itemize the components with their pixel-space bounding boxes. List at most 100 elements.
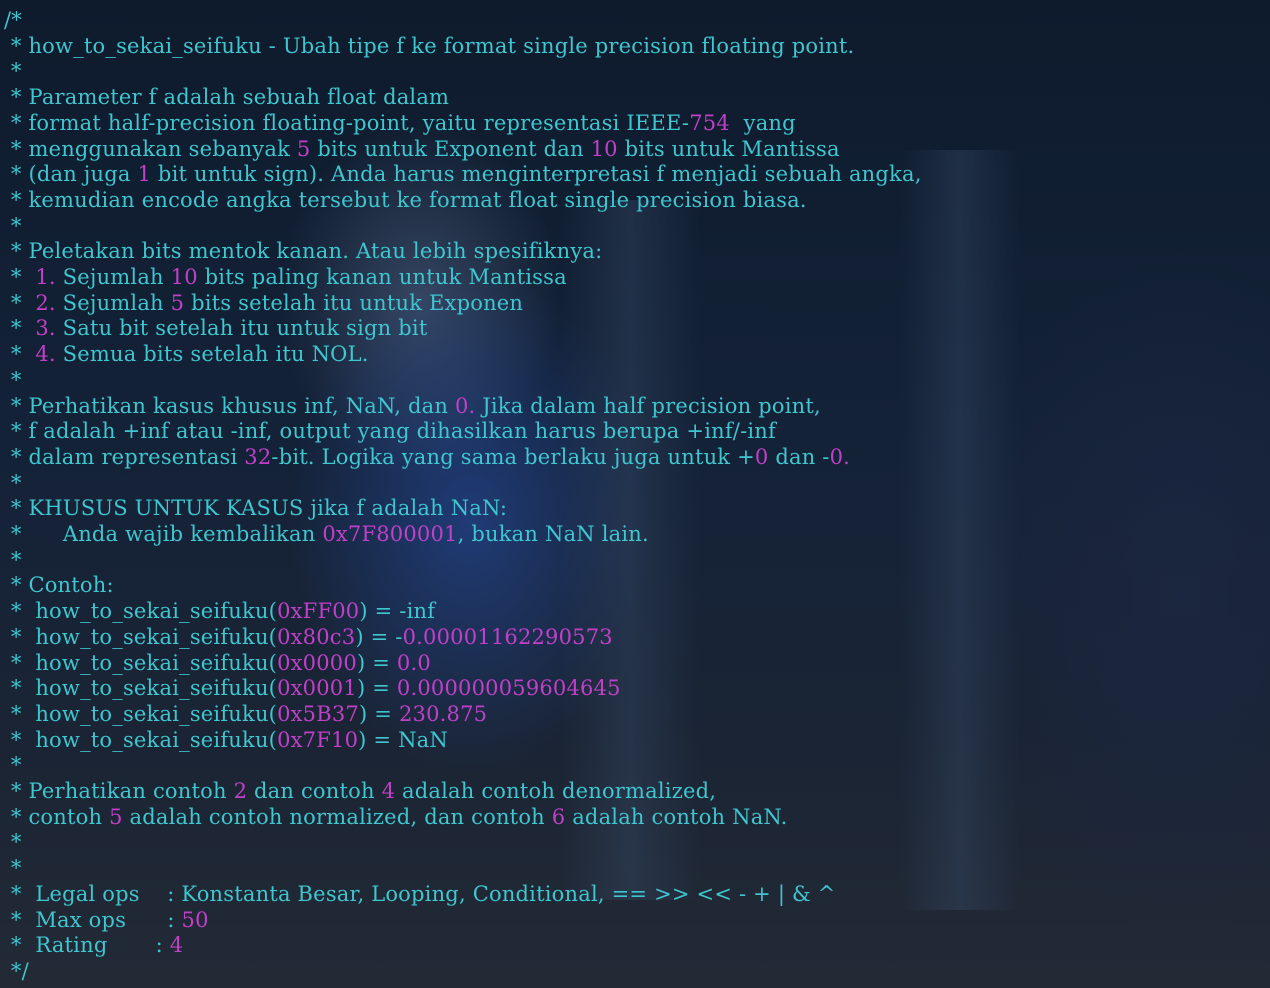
- code-line: * KHUSUS UNTUK KASUS jika f adalah NaN:: [4, 495, 507, 521]
- code-number-token: 4: [381, 779, 396, 803]
- code-text-token: * how_to_sekai_seifuku(: [4, 650, 278, 675]
- code-line: * format half-precision floating-point, …: [4, 110, 796, 136]
- code-text-token: * Perhatikan contoh: [4, 779, 234, 803]
- code-text-token: *: [4, 470, 22, 495]
- code-line: * contoh 5 adalah contoh normalized, dan…: [4, 804, 788, 830]
- code-line: * dalam representasi 32-bit. Logika yang…: [4, 444, 850, 470]
- code-number-token: 0.000000059604645: [396, 676, 621, 701]
- code-number-token: 0.: [454, 393, 476, 418]
- code-text-token: * Anda wajib kembalikan: [4, 522, 323, 546]
- code-text-token: * Rating :: [4, 933, 170, 958]
- code-line: * f adalah +inf atau -inf, output yang d…: [4, 418, 776, 444]
- code-line: * 2. Sejumlah 5 bits setelah itu untuk E…: [4, 290, 523, 316]
- code-line: *: [4, 470, 22, 496]
- code-line: *: [4, 58, 22, 84]
- code-text-token: adalah contoh NaN.: [565, 804, 788, 829]
- code-text-token: Satu bit setelah itu untuk sign bit: [55, 316, 428, 341]
- code-number-token: 0.: [829, 444, 851, 469]
- code-line: * menggunakan sebanyak 5 bits untuk Expo…: [4, 136, 840, 162]
- code-number-token: 10: [590, 136, 618, 161]
- code-line: * Perhatikan contoh 2 dan contoh 4 adala…: [4, 778, 716, 804]
- code-line: * Peletakan bits mentok kanan. Atau lebi…: [4, 238, 602, 264]
- code-line: * how_to_sekai_seifuku(0x0001) = 0.00000…: [4, 675, 621, 701]
- code-text-token: ) =: [356, 650, 397, 675]
- code-line: * how_to_sekai_seifuku(0x0000) = 0.0: [4, 650, 431, 676]
- code-number-token: 0x0001: [277, 676, 357, 701]
- code-text-token: Semua bits setelah itu NOL.: [55, 342, 369, 367]
- code-text-token: * Peletakan bits mentok kanan. Atau lebi…: [4, 239, 603, 264]
- code-text-token: * Max ops :: [4, 907, 182, 932]
- code-number-token: 5: [109, 804, 123, 829]
- code-text-token: * how_to_sekai_seifuku(: [4, 624, 278, 649]
- code-text-token: Sejumlah: [55, 265, 171, 289]
- code-text-token: *: [4, 856, 22, 881]
- code-text-token: * f adalah +inf atau -inf, output yang d…: [4, 419, 776, 444]
- code-line: *: [4, 752, 22, 778]
- code-text-token: *: [4, 342, 36, 367]
- code-number-token: 32: [244, 444, 272, 469]
- code-number-token: 230.875: [398, 701, 488, 726]
- code-text-token: bits untuk Exponent dan: [310, 136, 591, 161]
- code-text-token: *: [4, 367, 22, 392]
- code-number-token: 2: [233, 779, 248, 803]
- code-text-token: * kemudian encode angka tersebut ke form…: [4, 187, 807, 212]
- code-number-token: 3.: [35, 316, 56, 341]
- code-text-token: */: [4, 958, 29, 983]
- code-line: /*: [4, 7, 22, 33]
- code-text-token: Sejumlah: [55, 290, 171, 315]
- code-text-token: adalah contoh denormalized,: [395, 779, 717, 803]
- code-line: *: [4, 547, 22, 573]
- code-text-token: ) = -: [355, 624, 403, 649]
- code-number-token: 1.: [35, 265, 56, 289]
- code-line: * 3. Satu bit setelah itu untuk sign bit: [4, 315, 427, 341]
- code-line: * how_to_sekai_seifuku(0x7F10) = NaN: [4, 727, 448, 753]
- code-line: * how_to_sekai_seifuku - Ubah tipe f ke …: [4, 33, 854, 59]
- code-number-token: 0x80c3: [277, 624, 356, 649]
- code-text-token: *: [4, 213, 22, 238]
- code-line: */: [4, 958, 29, 984]
- code-line: * how_to_sekai_seifuku(0x5B37) = 230.875: [4, 701, 487, 727]
- code-number-token: 2.: [35, 290, 56, 315]
- code-number-token: 0: [754, 444, 769, 469]
- code-line: * Contoh:: [4, 572, 114, 598]
- code-text-token: * contoh: [4, 804, 110, 829]
- code-text-token: * dalam representasi: [4, 444, 245, 469]
- code-line: *: [4, 213, 22, 239]
- code-text-token: yang: [729, 110, 796, 135]
- code-text-token: * menggunakan sebanyak: [4, 136, 297, 161]
- code-text-token: bits setelah itu untuk Exponen: [184, 290, 524, 315]
- code-number-token: 0.00001162290573: [402, 624, 613, 649]
- code-text-token: ) =: [356, 676, 397, 701]
- code-line: * kemudian encode angka tersebut ke form…: [4, 187, 807, 213]
- code-line: * Max ops : 50: [4, 907, 209, 933]
- code-number-token: 10: [170, 265, 198, 289]
- code-number-token: 0xFF00: [277, 599, 360, 624]
- code-line: *: [4, 367, 22, 393]
- code-text-token: * how_to_sekai_seifuku(: [4, 676, 278, 701]
- code-text-token: * Perhatikan kasus khusus inf, NaN, dan: [4, 393, 455, 418]
- code-text-token: * Parameter f adalah sebuah float dalam: [4, 85, 450, 110]
- code-line: * Legal ops : Konstanta Besar, Looping, …: [4, 881, 836, 907]
- code-number-token: 0.0: [396, 650, 431, 675]
- code-number-token: 1: [137, 162, 152, 187]
- code-text-token: * how_to_sekai_seifuku(: [4, 701, 278, 726]
- code-text-token: *: [4, 830, 22, 855]
- code-number-token: 4: [169, 933, 184, 958]
- code-number-token: 0x0000: [277, 650, 357, 675]
- terminal-text-area[interactable]: /* * how_to_sekai_seifuku - Ubah tipe f …: [0, 0, 1270, 988]
- code-number-token: 50: [181, 907, 209, 932]
- code-text-token: bits paling kanan untuk Mantissa: [197, 265, 567, 289]
- code-number-token: 6: [551, 804, 566, 829]
- code-text-token: * Contoh:: [4, 573, 114, 598]
- code-number-token: 0x5B37: [277, 701, 359, 726]
- code-number-token: 5: [296, 136, 311, 161]
- code-text-token: bits untuk Mantissa: [617, 136, 840, 161]
- code-text-token: * how_to_sekai_seifuku(: [4, 727, 278, 752]
- code-text-token: Jika dalam half precision point,: [475, 393, 821, 418]
- code-text-token: * format half-precision floating-point, …: [4, 110, 690, 135]
- code-line: * Parameter f adalah sebuah float dalam: [4, 84, 449, 110]
- code-line: *: [4, 855, 22, 881]
- code-text-token: *: [4, 753, 22, 778]
- code-text-token: * (dan juga: [4, 162, 138, 187]
- code-text-token: , bukan NaN lain.: [457, 522, 649, 546]
